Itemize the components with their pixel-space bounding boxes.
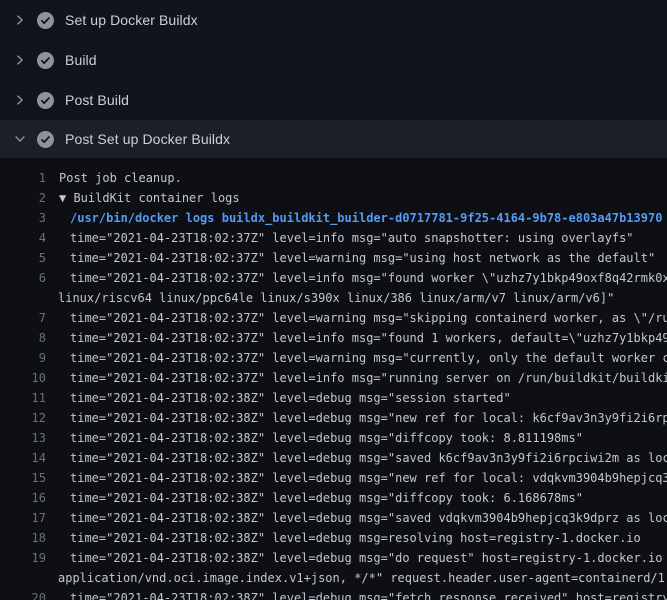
chevron-right-icon <box>12 93 28 107</box>
check-circle-icon <box>37 92 54 109</box>
log-line-number[interactable]: 8 <box>0 328 46 348</box>
log-line-number[interactable]: 7 <box>0 308 46 328</box>
step-label: Post Build <box>65 92 129 108</box>
log-line-number[interactable]: 12 <box>0 408 46 428</box>
log-row: 2▼ BuildKit container logs <box>0 188 667 208</box>
log-line-text: time="2021-04-23T18:02:37Z" level=info m… <box>46 228 634 248</box>
log-body: 1Post job cleanup.2▼ BuildKit container … <box>0 158 667 600</box>
log-line-text: time="2021-04-23T18:02:37Z" level=info m… <box>46 268 667 288</box>
log-row: 10time="2021-04-23T18:02:37Z" level=info… <box>0 368 667 388</box>
check-circle-icon <box>37 131 54 148</box>
step-row-set-up-docker-buildx[interactable]: Set up Docker Buildx <box>0 0 667 40</box>
log-line-number[interactable]: 19 <box>0 548 46 568</box>
log-line-text: time="2021-04-23T18:02:37Z" level=info m… <box>46 328 667 348</box>
log-line-number[interactable]: 6 <box>0 268 46 288</box>
step-row-post-set-up-docker-buildx[interactable]: Post Set up Docker Buildx <box>0 120 667 158</box>
log-row: 9time="2021-04-23T18:02:37Z" level=warni… <box>0 348 667 368</box>
log-row: 17time="2021-04-23T18:02:38Z" level=debu… <box>0 508 667 528</box>
log-row: 18time="2021-04-23T18:02:38Z" level=debu… <box>0 528 667 548</box>
log-line-text: application/vnd.oci.image.index.v1+json,… <box>46 568 667 588</box>
log-row: 19time="2021-04-23T18:02:38Z" level=debu… <box>0 548 667 568</box>
log-line-text: time="2021-04-23T18:02:38Z" level=debug … <box>46 588 667 600</box>
log-line-text: time="2021-04-23T18:02:38Z" level=debug … <box>46 428 583 448</box>
log-line-text: time="2021-04-23T18:02:38Z" level=debug … <box>46 508 667 528</box>
log-line-text: Post job cleanup. <box>46 168 182 188</box>
step-row-post-build[interactable]: Post Build <box>0 80 667 120</box>
log-line-number[interactable]: 14 <box>0 448 46 468</box>
log-line-number[interactable]: 5 <box>0 248 46 268</box>
log-line-number[interactable]: 17 <box>0 508 46 528</box>
log-line-text: time="2021-04-23T18:02:38Z" level=debug … <box>46 528 641 548</box>
log-line-number[interactable]: 20 <box>0 588 46 600</box>
log-line-number[interactable]: 4 <box>0 228 46 248</box>
log-row: 16time="2021-04-23T18:02:38Z" level=debu… <box>0 488 667 508</box>
log-row: 6time="2021-04-23T18:02:37Z" level=info … <box>0 268 667 288</box>
log-row: 13time="2021-04-23T18:02:38Z" level=debu… <box>0 428 667 448</box>
log-line-number[interactable]: 9 <box>0 348 46 368</box>
log-row: 20time="2021-04-23T18:02:38Z" level=debu… <box>0 588 667 600</box>
chevron-right-icon <box>12 13 28 27</box>
log-line-text: time="2021-04-23T18:02:37Z" level=warnin… <box>46 348 667 368</box>
log-line-number[interactable]: 16 <box>0 488 46 508</box>
log-command-text: /usr/bin/docker logs buildx_buildkit_bui… <box>46 208 662 228</box>
chevron-right-icon <box>12 53 28 67</box>
log-row: 4time="2021-04-23T18:02:37Z" level=info … <box>0 228 667 248</box>
log-line-text: time="2021-04-23T18:02:38Z" level=debug … <box>46 548 667 568</box>
log-line-number[interactable]: 11 <box>0 388 46 408</box>
log-row: 11time="2021-04-23T18:02:38Z" level=debu… <box>0 388 667 408</box>
log-row: 15time="2021-04-23T18:02:38Z" level=debu… <box>0 468 667 488</box>
log-row: 8time="2021-04-23T18:02:37Z" level=info … <box>0 328 667 348</box>
log-row: 5time="2021-04-23T18:02:37Z" level=warni… <box>0 248 667 268</box>
log-line-number[interactable]: 18 <box>0 528 46 548</box>
log-line-text: time="2021-04-23T18:02:37Z" level=warnin… <box>46 308 667 328</box>
log-row: 1Post job cleanup. <box>0 168 667 188</box>
log-line-text: time="2021-04-23T18:02:38Z" level=debug … <box>46 468 667 488</box>
log-row: 3/usr/bin/docker logs buildx_buildkit_bu… <box>0 208 667 228</box>
log-line-number[interactable]: 10 <box>0 368 46 388</box>
log-row: 7time="2021-04-23T18:02:37Z" level=warni… <box>0 308 667 328</box>
log-line-text: linux/riscv64 linux/ppc64le linux/s390x … <box>46 288 614 308</box>
chevron-down-icon <box>12 132 28 146</box>
log-line-text: time="2021-04-23T18:02:37Z" level=warnin… <box>46 248 655 268</box>
log-line-number <box>0 568 46 588</box>
log-line-number[interactable]: 1 <box>0 168 46 188</box>
log-line-number <box>0 288 46 308</box>
log-row: application/vnd.oci.image.index.v1+json,… <box>0 568 667 588</box>
log-line-text: time="2021-04-23T18:02:37Z" level=info m… <box>46 368 667 388</box>
steps-list: Set up Docker Buildx Build Post Build <box>0 0 667 158</box>
log-line-text: time="2021-04-23T18:02:38Z" level=debug … <box>46 388 511 408</box>
check-circle-icon <box>37 52 54 69</box>
step-label: Build <box>65 52 97 68</box>
log-row: 14time="2021-04-23T18:02:38Z" level=debu… <box>0 448 667 468</box>
log-line-number[interactable]: 13 <box>0 428 46 448</box>
log-line-number[interactable]: 2 <box>0 188 46 208</box>
step-row-build[interactable]: Build <box>0 40 667 80</box>
workflow-log-panel: Set up Docker Buildx Build Post Build <box>0 0 667 600</box>
log-row: linux/riscv64 linux/ppc64le linux/s390x … <box>0 288 667 308</box>
log-line-text: time="2021-04-23T18:02:38Z" level=debug … <box>46 448 667 468</box>
log-group-toggle[interactable]: ▼ BuildKit container logs <box>46 188 240 208</box>
log-row: 12time="2021-04-23T18:02:38Z" level=debu… <box>0 408 667 428</box>
log-line-text: time="2021-04-23T18:02:38Z" level=debug … <box>46 488 583 508</box>
step-label: Post Set up Docker Buildx <box>65 131 230 147</box>
log-line-number[interactable]: 15 <box>0 468 46 488</box>
log-line-number[interactable]: 3 <box>0 208 46 228</box>
step-label: Set up Docker Buildx <box>65 12 198 28</box>
check-circle-icon <box>37 12 54 29</box>
log-line-text: time="2021-04-23T18:02:38Z" level=debug … <box>46 408 667 428</box>
